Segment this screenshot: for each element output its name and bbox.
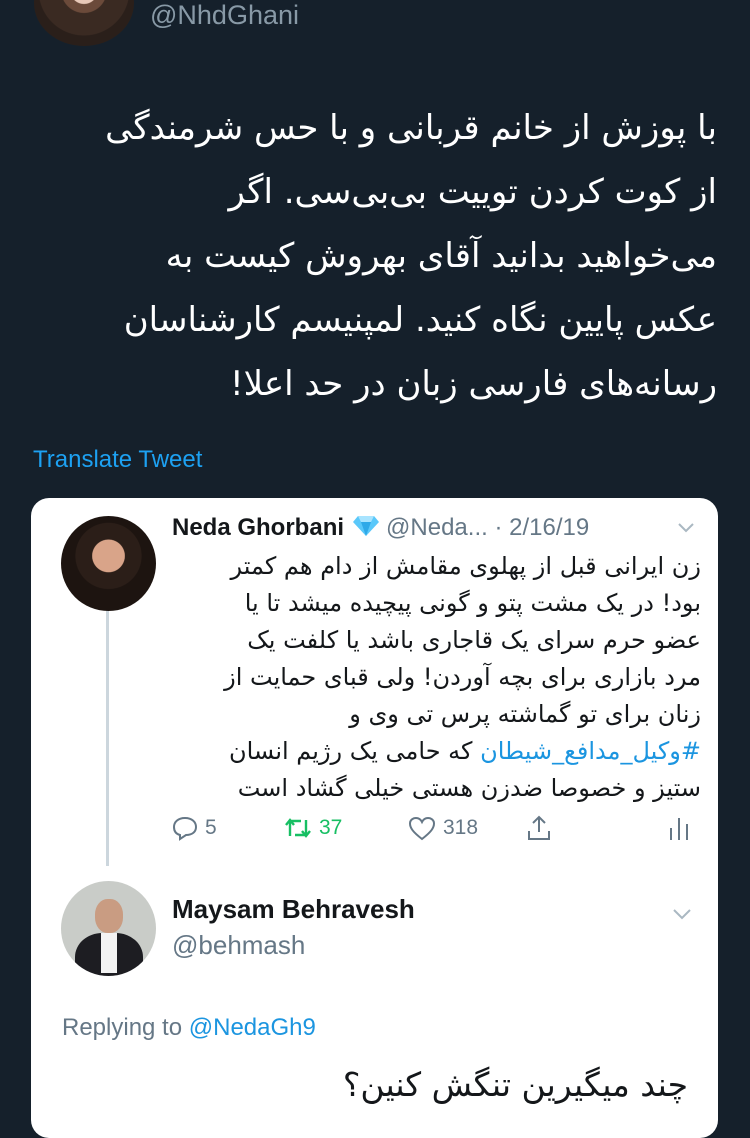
quoted-line-rest: که حامی یک رژیم انسان <box>228 737 481 765</box>
thread-connector-line <box>106 610 109 866</box>
quoted-tweet-header: Neda Ghorbani @Neda... · 2/16/19 <box>172 512 707 548</box>
retweet-button[interactable]: 37 <box>283 810 342 846</box>
quoted-line: بود! در یک مشت پتو و گونی پیچیده میشد تا… <box>244 589 701 617</box>
translate-tweet-link[interactable]: Translate Tweet <box>33 444 202 476</box>
reply-tweet-text: چند میگیرین تنگش کنین؟ <box>342 1065 688 1104</box>
replying-prefix: Replying to <box>62 1014 189 1041</box>
retweet-count: 37 <box>319 816 343 839</box>
reply-author-name[interactable]: Maysam Behravesh <box>172 892 415 926</box>
like-count: 318 <box>443 816 479 839</box>
retweet-icon <box>285 818 311 838</box>
analytics-button[interactable] <box>667 810 691 846</box>
diamond-icon <box>353 516 380 536</box>
reply-icon <box>172 816 198 841</box>
quoted-line: زن ایرانی قبل از پهلوی مقامش از دام هم ک… <box>230 552 701 580</box>
like-button[interactable]: 318 <box>407 810 478 846</box>
chevron-down-icon[interactable] <box>670 902 694 926</box>
tweet-line: با پوزش از خانم قربانی و با حس شرمندگی <box>105 108 717 148</box>
quoted-line: مرد بازاری برای بچه آوردن! ولی قبای حمای… <box>224 663 701 691</box>
quoted-line: عضو حرم سرای یک قاجاری باشد یا کلفت یک <box>247 626 701 654</box>
analytics-icon <box>670 818 688 840</box>
author-avatar[interactable] <box>34 0 134 46</box>
reply-author-handle[interactable]: @behmash <box>172 928 305 962</box>
tweet-line: عکس پایین نگاه کنید. لمپنیسم کارشناسان <box>123 300 717 340</box>
heart-icon <box>408 816 436 841</box>
quoted-tweet-text: زن ایرانی قبل از پهلوی مقامش از دام هم ک… <box>171 548 701 807</box>
tweet-line: رسانه‌های فارسی زبان در حد اعلا! <box>229 364 717 404</box>
quoted-line: زنان برای تو گماشته پرس تی وی و <box>349 700 701 728</box>
author-handle[interactable]: @NhdGhani <box>150 0 299 32</box>
reply-count: 5 <box>205 816 217 839</box>
tweet-line: از کوت کردن توییت بی‌بی‌سی. اگر <box>228 172 717 212</box>
share-button[interactable] <box>525 810 553 846</box>
chevron-down-icon[interactable] <box>675 516 697 538</box>
quoted-author-name[interactable]: Neda Ghorbani <box>172 514 344 541</box>
quoted-author-handle[interactable]: @Neda... <box>386 514 488 541</box>
reply-button[interactable]: 5 <box>171 810 217 846</box>
quoted-line: #وکیل_مدافع_شیطان که حامی یک رژیم انسان <box>171 733 701 770</box>
share-icon <box>528 815 550 840</box>
quoted-line: ستیز و خصوصا ضدزن هستی خیلی گشاد است <box>237 774 701 802</box>
tweet-actions: 5 37 318 <box>171 810 711 846</box>
tweet-text: با پوزش از خانم قربانی و با حس شرمندگی ا… <box>27 96 717 416</box>
quoted-thread-card[interactable]: Neda Ghorbani @Neda... · 2/16/19 زن ایران… <box>31 498 718 1138</box>
replying-to: Replying to @NedaGh9 <box>62 1012 316 1044</box>
reply-author-avatar[interactable] <box>61 881 156 976</box>
quoted-author-avatar[interactable] <box>61 516 156 611</box>
tweet-line: می‌خواهید بدانید آقای بهروش کیست به <box>165 236 717 276</box>
replying-to-mention[interactable]: @NedaGh9 <box>189 1014 316 1041</box>
quoted-tweet-date[interactable]: · 2/16/19 <box>494 514 589 541</box>
hashtag-link[interactable]: #وکیل_مدافع_شیطان <box>480 737 701 765</box>
